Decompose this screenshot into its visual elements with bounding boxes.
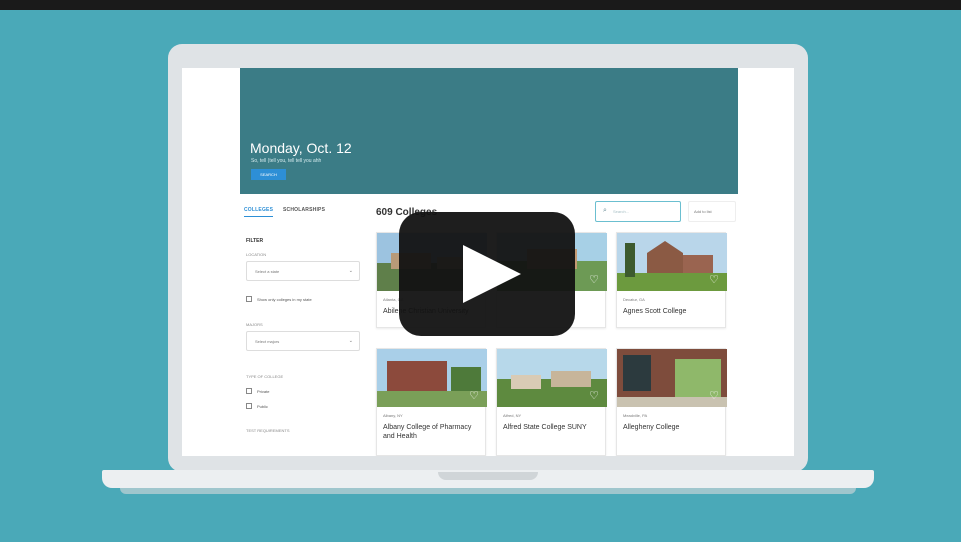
heart-icon[interactable]: ♡ [589, 389, 599, 402]
checkbox-icon [246, 296, 252, 302]
hero-subtitle: So, tell (tell you, tell tell you ahh [251, 158, 322, 164]
card-location: Meadville, PA [623, 413, 648, 418]
filter-label-tests: TEST REQUIREMENTS [246, 428, 290, 433]
heart-icon[interactable]: ♡ [709, 273, 719, 286]
video-play-button[interactable] [399, 212, 575, 336]
college-card[interactable]: ♡ Alfred, NY Alfred State College SUNY [496, 348, 607, 456]
heart-icon[interactable]: ♡ [709, 389, 719, 402]
search-icon: ⌕ [603, 207, 607, 214]
public-label: Public [257, 403, 268, 409]
tab-colleges[interactable]: COLLEGES [244, 207, 274, 217]
card-location: Alfred, NY [503, 413, 522, 418]
chevron-down-icon: ⌄ [348, 338, 353, 344]
filter-label-majors: MAJORS [246, 322, 263, 327]
hero-banner: Monday, Oct. 12 So, tell (tell you, tell… [240, 68, 738, 194]
college-card[interactable]: ♡ Decatur, GA Agnes Scott College [616, 232, 727, 328]
hero-date: Monday, Oct. 12 [250, 140, 352, 156]
checkbox-icon [246, 388, 252, 394]
filter-label-type: TYPE OF COLLEGE [246, 374, 284, 379]
private-label: Private [257, 388, 270, 394]
hero-button[interactable]: SEARCH [251, 169, 286, 180]
in-state-label: Show only colleges in my state [257, 296, 312, 302]
card-name: Albany College of Pharmacy and Health [383, 424, 472, 440]
card-name: Alfred State College SUNY [503, 424, 587, 431]
filter-label-location: LOCATION [246, 252, 267, 257]
laptop-notch [438, 472, 538, 480]
card-location: Decatur, GA [623, 297, 645, 302]
laptop-base-shadow [120, 488, 856, 494]
add-to-list-button[interactable]: Add to list [688, 201, 736, 222]
location-select-value: Select a state [255, 269, 280, 274]
location-select[interactable]: Select a state ⌄ [246, 261, 360, 281]
search-placeholder: Search... [613, 209, 630, 214]
heart-icon[interactable]: ♡ [469, 389, 479, 402]
college-card[interactable]: ♡ Meadville, PA Allegheny College [616, 348, 727, 456]
checkbox-icon [246, 403, 252, 409]
video-frame: Monday, Oct. 12 So, tell (tell you, tell… [0, 0, 961, 542]
college-card[interactable]: ♡ Albany, NY Albany College of Pharmacy … [376, 348, 487, 456]
card-location: Albany, NY [383, 413, 403, 418]
search-input[interactable]: ⌕ Search... [595, 201, 681, 222]
public-checkbox[interactable]: Public [246, 403, 268, 409]
card-name: Allegheny College [623, 424, 680, 431]
chevron-down-icon: ⌄ [348, 268, 353, 274]
filter-heading: FILTER [246, 238, 264, 244]
add-to-list-label: Add to list [694, 209, 712, 214]
card-name: Agnes Scott College [623, 308, 687, 315]
majors-select[interactable]: Select majors ⌄ [246, 331, 360, 351]
play-icon [463, 245, 521, 303]
tab-scholarships[interactable]: SCHOLARSHIPS [283, 207, 325, 213]
in-state-checkbox[interactable]: Show only colleges in my state [246, 296, 312, 302]
majors-select-value: Select majors [255, 339, 280, 344]
private-checkbox[interactable]: Private [246, 388, 269, 394]
heart-icon[interactable]: ♡ [589, 273, 599, 286]
tab-bar: COLLEGES SCHOLARSHIPS [240, 204, 370, 220]
